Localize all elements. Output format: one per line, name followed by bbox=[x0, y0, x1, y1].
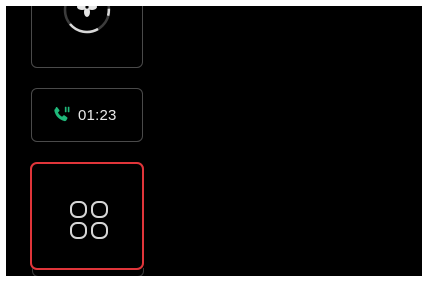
fan-icon bbox=[63, 6, 111, 34]
launcher-screen: 01:23 bbox=[6, 6, 422, 276]
app-grid-icon bbox=[70, 201, 108, 239]
fan-control-tile[interactable] bbox=[31, 6, 143, 68]
phone-call-icon bbox=[54, 106, 70, 122]
call-duration: 01:23 bbox=[78, 106, 117, 124]
all-apps-tile[interactable] bbox=[30, 162, 144, 270]
next-tile-edge bbox=[32, 268, 144, 276]
ongoing-call-tile[interactable]: 01:23 bbox=[31, 88, 143, 142]
